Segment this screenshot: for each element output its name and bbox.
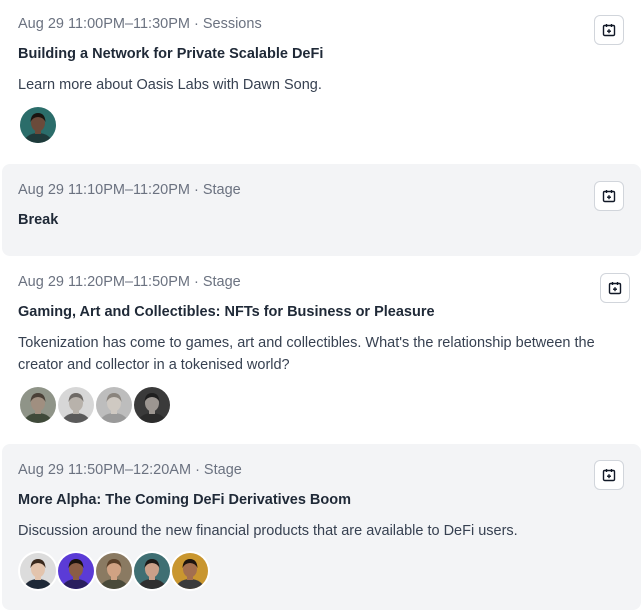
session-time-location: Aug 29 11:50PM–12:20AM · Stage: [18, 462, 242, 478]
session-time-location: Aug 29 11:20PM–11:50PM · Stage: [18, 274, 241, 290]
session-title[interactable]: Gaming, Art and Collectibles: NFTs for B…: [18, 304, 435, 320]
session-description: Learn more about Oasis Labs with Dawn So…: [18, 77, 322, 93]
add-to-calendar-button[interactable]: [594, 181, 624, 211]
session-title[interactable]: Building a Network for Private Scalable …: [18, 46, 323, 62]
add-to-calendar-button[interactable]: [600, 273, 630, 303]
session-title[interactable]: Break: [18, 212, 58, 228]
session-description: Discussion around the new financial prod…: [18, 523, 518, 539]
speaker-avatar[interactable]: [18, 105, 58, 145]
speaker-avatar[interactable]: [170, 551, 210, 591]
session-card[interactable]: Aug 29 11:50PM–12:20AM · Stage More Alph…: [2, 444, 641, 610]
speaker-avatar[interactable]: [18, 551, 58, 591]
speaker-avatar[interactable]: [18, 385, 58, 425]
speaker-avatar[interactable]: [56, 385, 96, 425]
speaker-avatar[interactable]: [56, 551, 96, 591]
speaker-avatars: [18, 551, 210, 593]
session-card[interactable]: Aug 29 11:10PM–11:20PM · Stage Break: [2, 164, 641, 256]
speaker-avatars: [18, 105, 58, 147]
speaker-avatar[interactable]: [132, 385, 172, 425]
session-card[interactable]: Aug 29 11:00PM–11:30PM · Sessions Buildi…: [2, 0, 641, 162]
speaker-avatar[interactable]: [94, 385, 134, 425]
speaker-avatar[interactable]: [94, 551, 134, 591]
session-time-location: Aug 29 11:10PM–11:20PM · Stage: [18, 182, 241, 198]
session-title[interactable]: More Alpha: The Coming DeFi Derivatives …: [18, 492, 351, 508]
session-time-location: Aug 29 11:00PM–11:30PM · Sessions: [18, 16, 262, 32]
calendar-add-icon: [608, 281, 622, 295]
add-to-calendar-button[interactable]: [594, 460, 624, 490]
add-to-calendar-button[interactable]: [594, 15, 624, 45]
speaker-avatar[interactable]: [132, 551, 172, 591]
speaker-avatars: [18, 385, 172, 427]
calendar-add-icon: [602, 468, 616, 482]
calendar-add-icon: [602, 23, 616, 37]
session-description: Tokenization has come to games, art and …: [18, 335, 595, 373]
session-card[interactable]: Aug 29 11:20PM–11:50PM · Stage Gaming, A…: [2, 258, 641, 442]
calendar-add-icon: [602, 189, 616, 203]
